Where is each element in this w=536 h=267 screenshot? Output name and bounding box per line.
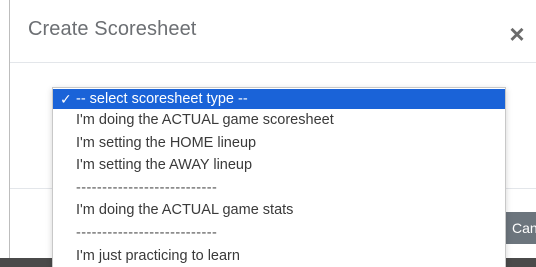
separator-label: --------------------------- [76,179,218,196]
screen: Create Scoresheet × Cancel ✓ -- select s… [0,0,536,267]
option-label: -- select scoresheet type -- [76,91,248,107]
close-button[interactable]: × [506,21,528,47]
option-actual-stats[interactable]: I'm doing the ACTUAL game stats [53,199,505,222]
option-label: I'm just practicing to learn [76,247,240,264]
close-icon: × [509,19,525,49]
checkmark-icon: ✓ [60,91,72,107]
option-label: I'm setting the AWAY lineup [76,157,253,174]
option-separator: --------------------------- [53,177,505,200]
option-separator: --------------------------- [53,222,505,245]
option-label: I'm doing the ACTUAL game scoresheet [76,112,334,128]
separator-label: --------------------------- [76,224,218,241]
option-select-type[interactable]: ✓ -- select scoresheet type -- [53,89,505,109]
modal-header: Create Scoresheet × [10,0,536,63]
option-label: I'm setting the HOME lineup [76,134,257,151]
option-label: I'm doing the ACTUAL game stats [76,202,294,219]
modal-title: Create Scoresheet [28,18,197,40]
option-practice[interactable]: I'm just practicing to learn [53,245,505,267]
scoresheet-type-dropdown[interactable]: ✓ -- select scoresheet type -- I'm doing… [52,87,506,267]
option-home-lineup[interactable]: I'm setting the HOME lineup [53,132,505,155]
option-actual-scoresheet[interactable]: I'm doing the ACTUAL game scoresheet [53,109,505,132]
option-away-lineup[interactable]: I'm setting the AWAY lineup [53,154,505,177]
